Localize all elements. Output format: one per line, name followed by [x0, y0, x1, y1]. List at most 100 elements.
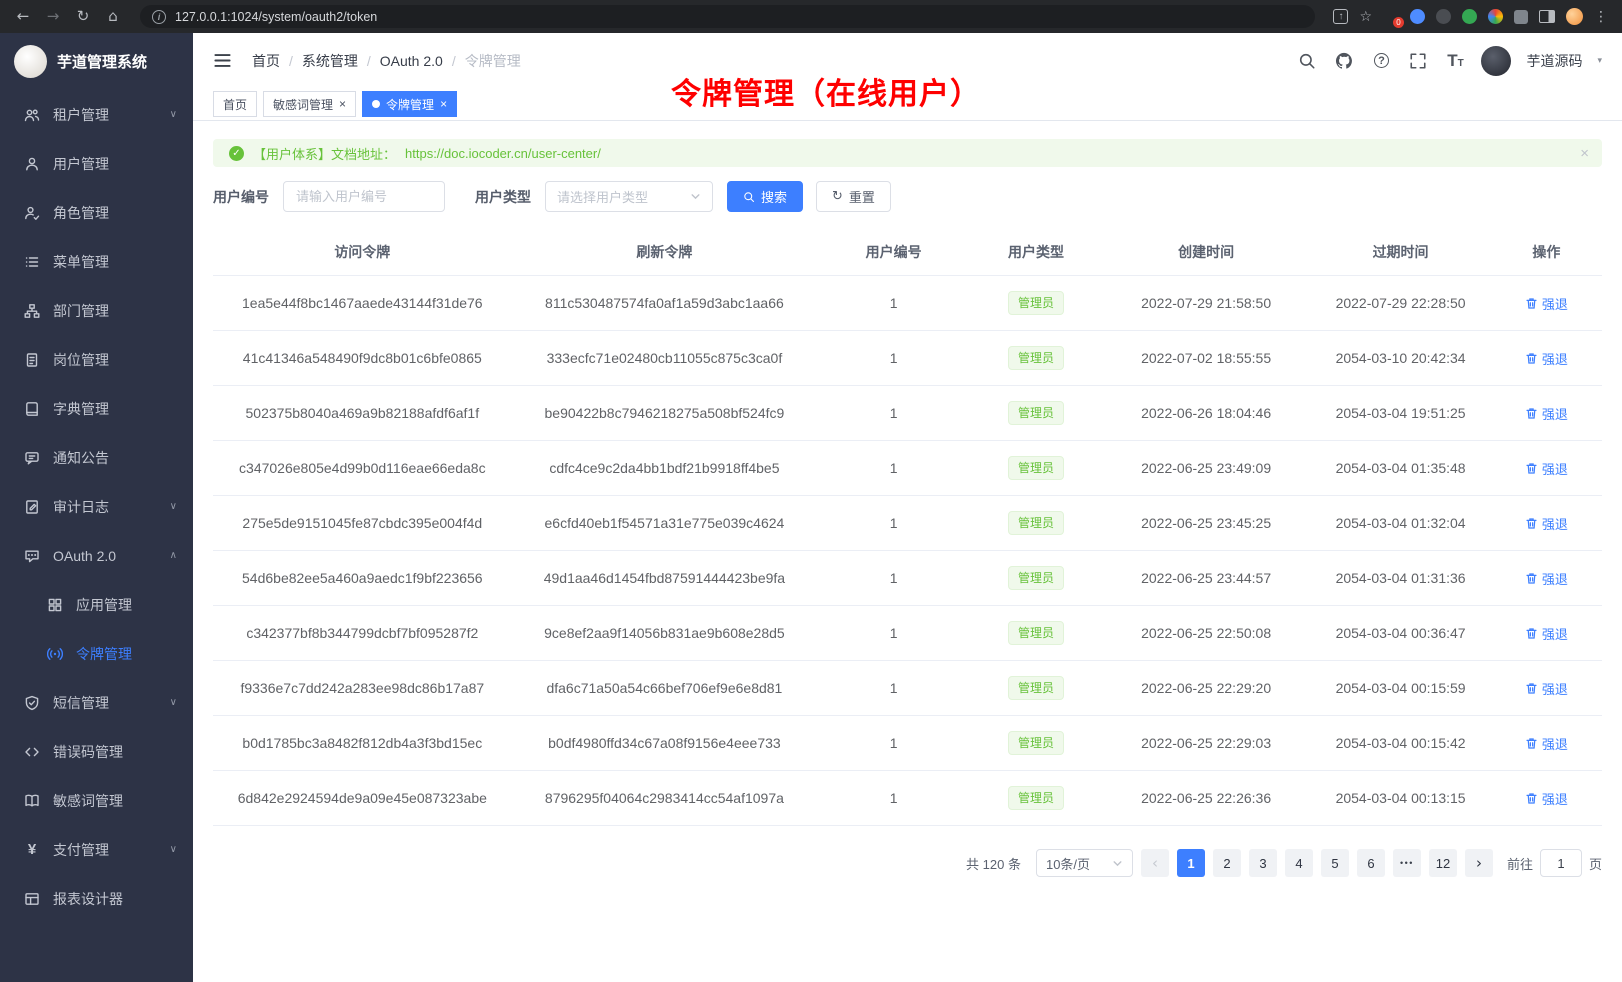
action-cell: 强退 [1491, 441, 1602, 496]
username[interactable]: 芋道源码 [1526, 51, 1582, 71]
breadcrumb-separator: / [367, 53, 371, 69]
created-time-cell: 2022-06-25 22:29:20 [1102, 661, 1310, 716]
sidebar-item-menu[interactable]: 菜单管理 [0, 237, 193, 286]
github-icon[interactable] [1333, 50, 1355, 72]
url-bar[interactable]: i 127.0.0.1:1024/system/oauth2/token [140, 5, 1315, 28]
font-size-icon[interactable]: TT [1444, 50, 1466, 72]
user-avatar[interactable] [1481, 46, 1511, 76]
user-type-badge: 管理员 [1008, 511, 1064, 535]
sidebar-item-audit-log[interactable]: 审计日志∨ [0, 482, 193, 531]
force-logout-button[interactable]: 强退 [1525, 789, 1568, 808]
sidebar-item-tenant[interactable]: 租户管理∨ [0, 90, 193, 139]
prev-page-button[interactable]: ‹ [1141, 849, 1169, 877]
refresh-token-cell: 49d1aa46d1454fbd87591444423be9fa [512, 551, 818, 606]
table-row: f9336e7c7dd242a283ee98dc86b17a87dfa6c71a… [213, 661, 1602, 716]
sidebar-item-post[interactable]: 岗位管理 [0, 335, 193, 384]
page-button-3[interactable]: 3 [1249, 849, 1277, 877]
extension-blue-icon[interactable] [1410, 9, 1425, 24]
page-button-5[interactable]: 5 [1321, 849, 1349, 877]
sidebar-item-dept[interactable]: 部门管理 [0, 286, 193, 335]
force-logout-button[interactable]: 强退 [1525, 734, 1568, 753]
table-row: 41c41346a548490f9dc8b01c6bfe0865333ecfc7… [213, 331, 1602, 386]
extension-with-badge-icon[interactable]: 0 [1383, 9, 1399, 25]
extension-dark-icon[interactable] [1436, 9, 1451, 24]
chevron-down-icon[interactable]: ▾ [1597, 56, 1602, 66]
sidebar-item-pay[interactable]: ¥支付管理∨ [0, 825, 193, 874]
errcode-icon [23, 743, 41, 761]
tab-令牌管理[interactable]: 令牌管理× [362, 91, 457, 117]
bookmark-star-icon[interactable]: ☆ [1359, 9, 1372, 25]
sidebar-item-oauth2[interactable]: OAuth 2.0∧ [0, 531, 193, 580]
alert-close-icon[interactable]: × [1580, 145, 1589, 162]
collapse-menu-icon[interactable] [213, 51, 232, 70]
force-logout-label: 强退 [1542, 404, 1568, 423]
force-logout-button[interactable]: 强退 [1525, 294, 1568, 313]
share-icon[interactable]: ↑ [1333, 9, 1348, 24]
search-icon[interactable] [1296, 50, 1318, 72]
sidebar-item-oauth2-app[interactable]: 应用管理 [0, 580, 193, 629]
access-token-cell: 6d842e2924594de9a09e45e087323abe [213, 771, 512, 826]
next-page-button[interactable]: › [1465, 849, 1493, 877]
doc-link[interactable]: https://doc.iocoder.cn/user-center/ [405, 146, 601, 161]
search-button[interactable]: 搜索 [727, 181, 803, 212]
force-logout-button[interactable]: 强退 [1525, 569, 1568, 588]
force-logout-button[interactable]: 强退 [1525, 679, 1568, 698]
created-time-cell: 2022-06-25 22:29:03 [1102, 716, 1310, 771]
sidebar-item-report-designer[interactable]: 报表设计器 [0, 874, 193, 923]
sidebar-item-dict[interactable]: 字典管理 [0, 384, 193, 433]
page-button-4[interactable]: 4 [1285, 849, 1313, 877]
puzzle-extensions-icon[interactable] [1514, 10, 1528, 24]
site-info-icon[interactable]: i [152, 10, 166, 24]
force-logout-button[interactable]: 强退 [1525, 514, 1568, 533]
extension-green-icon[interactable] [1462, 9, 1477, 24]
force-logout-button[interactable]: 强退 [1525, 349, 1568, 368]
sidebar-item-error-code[interactable]: 错误码管理 [0, 727, 193, 776]
app-logo[interactable]: 芋道管理系统 [0, 33, 193, 90]
sidebar-item-sensitive-word[interactable]: 敏感词管理 [0, 776, 193, 825]
user-type-badge: 管理员 [1008, 786, 1064, 810]
home-icon[interactable]: ⌂ [100, 0, 126, 33]
user-type-cell: 管理员 [970, 496, 1102, 551]
breadcrumb-item[interactable]: 首页 [252, 51, 280, 71]
fullscreen-icon[interactable] [1407, 50, 1429, 72]
force-logout-button[interactable]: 强退 [1525, 404, 1568, 423]
reload-icon[interactable]: ↻ [70, 0, 96, 33]
browser-toolbar-icons: ↑ ☆ 0 ⋮ [1329, 8, 1612, 25]
back-icon[interactable]: ← [10, 0, 36, 33]
extension-multicolor-icon[interactable] [1488, 9, 1503, 24]
user-type-select[interactable]: 请选择用户类型 [545, 181, 713, 212]
tab-首页[interactable]: 首页 [213, 91, 257, 117]
sidebar-item-notice[interactable]: 通知公告 [0, 433, 193, 482]
goto-page-input[interactable] [1540, 849, 1582, 877]
page-button-6[interactable]: 6 [1357, 849, 1385, 877]
created-time-cell: 2022-06-26 18:04:46 [1102, 386, 1310, 441]
page-button-1[interactable]: 1 [1177, 849, 1205, 877]
tab-close-icon[interactable]: × [440, 98, 447, 110]
user-id-cell: 1 [817, 606, 970, 661]
tab-close-icon[interactable]: × [339, 98, 346, 110]
tab-敏感词管理[interactable]: 敏感词管理× [263, 91, 356, 117]
force-logout-button[interactable]: 强退 [1525, 624, 1568, 643]
force-logout-label: 强退 [1542, 789, 1568, 808]
more-pages-button[interactable]: ••• [1393, 849, 1421, 877]
sidebar-item-user[interactable]: 用户管理 [0, 139, 193, 188]
page-size-select[interactable]: 10条/页 [1036, 849, 1133, 877]
help-icon[interactable]: ? [1370, 50, 1392, 72]
reset-button[interactable]: ↻ 重置 [816, 181, 891, 212]
sidebar-item-oauth2-token[interactable]: 令牌管理 [0, 629, 193, 678]
breadcrumb-item[interactable]: OAuth 2.0 [380, 53, 443, 69]
sidebar-item-label: 角色管理 [53, 203, 177, 223]
browser-menu-icon[interactable]: ⋮ [1594, 9, 1608, 25]
page-button-12[interactable]: 12 [1429, 849, 1457, 877]
sidebar-item-sms[interactable]: 短信管理∨ [0, 678, 193, 727]
forward-icon[interactable]: → [40, 0, 66, 33]
sidebar-item-role[interactable]: 角色管理 [0, 188, 193, 237]
side-panel-icon[interactable] [1539, 10, 1555, 23]
breadcrumb-item[interactable]: 系统管理 [302, 51, 358, 71]
browser-profile-avatar[interactable] [1566, 8, 1583, 25]
access-token-cell: 1ea5e44f8bc1467aaede43144f31de76 [213, 276, 512, 331]
force-logout-button[interactable]: 强退 [1525, 459, 1568, 478]
user-id-input[interactable] [283, 181, 445, 212]
user-type-cell: 管理员 [970, 386, 1102, 441]
page-button-2[interactable]: 2 [1213, 849, 1241, 877]
